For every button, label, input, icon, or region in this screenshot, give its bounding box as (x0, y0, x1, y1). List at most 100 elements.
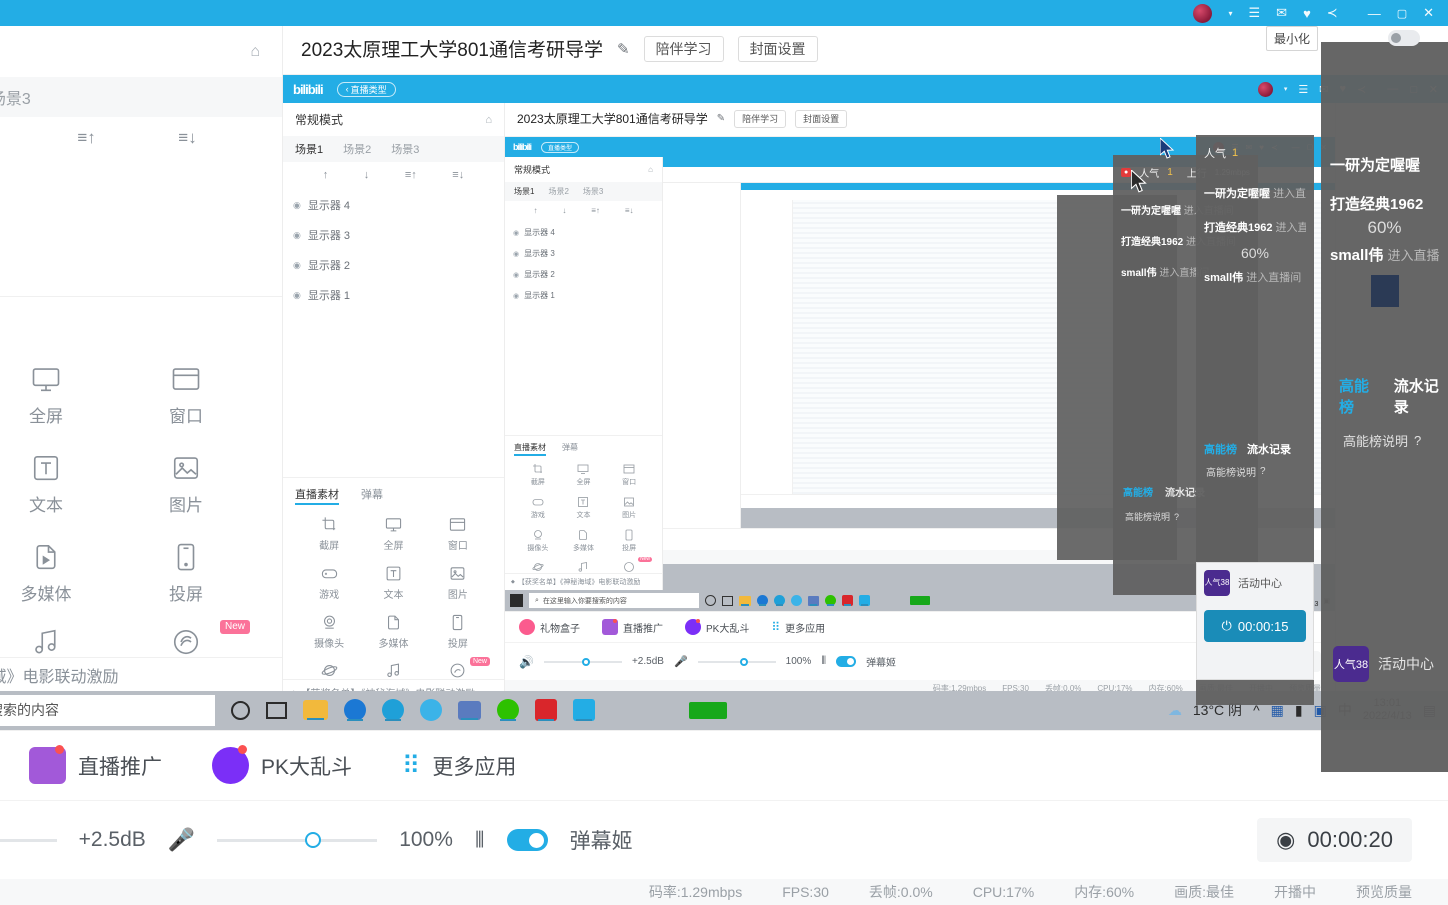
material-item-effects[interactable]: New (426, 657, 490, 679)
question-icon[interactable]: ? (1260, 466, 1266, 477)
question-icon[interactable]: ? (1174, 512, 1179, 522)
material-item-window[interactable]: 窗口 (426, 516, 490, 552)
scene-tabs[interactable]: 场景1 场景2 场景3 (283, 136, 504, 162)
cover-settings-button[interactable]: 封面设置 (737, 35, 818, 62)
move-bottom-icon[interactable]: ≡↓ (178, 128, 196, 148)
chat-user[interactable]: 打造经典1962 (1330, 196, 1423, 213)
move-down-icon[interactable]: ↓ (364, 169, 370, 181)
office-icon[interactable] (757, 595, 768, 606)
material-item-webcam[interactable]: 摄像头 (297, 614, 361, 650)
chat-user[interactable]: 一研为定喔喔 (1204, 188, 1270, 200)
chat-user[interactable]: small伟 (1204, 272, 1243, 284)
layer-item[interactable]: ◉ 显示器 4 (293, 190, 494, 220)
rank-tab-records[interactable]: 流水记录 (1247, 441, 1291, 457)
windows-start-icon[interactable] (510, 594, 523, 607)
tab-live-material[interactable]: 直播素材 (514, 442, 546, 456)
chevron-down-icon[interactable]: ▾ (1228, 9, 1232, 18)
tab-live-material[interactable]: 直播素材 (295, 486, 339, 505)
cortana-icon[interactable] (705, 595, 716, 606)
scene-tab-2[interactable]: 场景2 (343, 141, 371, 157)
material-item-planet[interactable] (515, 561, 561, 573)
unlock-icon[interactable]: ⌂ (250, 43, 260, 61)
companion-study-button[interactable]: 陪伴学习 (734, 109, 787, 128)
scene-tab-3[interactable]: 场景3 (391, 141, 419, 157)
material-item-music[interactable] (0, 627, 116, 657)
app-pk[interactable]: PK大乱斗 (212, 745, 352, 784)
move-bottom-icon[interactable]: ≡↓ (452, 169, 464, 181)
rank-row[interactable]: 高能榜 流水记录 (1204, 441, 1291, 457)
slider-knob[interactable] (739, 657, 748, 666)
live-timer-button[interactable]: ⏻ 00:00:15 (1204, 610, 1306, 642)
rank-tab-high-energy[interactable]: 高能榜 (1339, 375, 1380, 417)
layer-item[interactable]: ◉ 显示器 3 (513, 243, 654, 264)
chat-user[interactable]: small伟 (1330, 247, 1383, 264)
material-item-text[interactable]: 文本 (361, 565, 425, 601)
companion-study-button[interactable]: 陪伴学习 (643, 35, 724, 62)
activity-center-row[interactable]: 人气38 活动中心 (1204, 570, 1306, 596)
stop-record-icon[interactable]: ◉ (1276, 827, 1295, 853)
edge-icon[interactable] (382, 699, 404, 722)
title-bar[interactable]: bilibili ‹直播类型 ▾ ☰ ✉ ♥ ≺ — ▢ ✕ (0, 0, 1448, 26)
material-item-fullscreen[interactable]: 全屏 (561, 463, 607, 487)
layer-order-toolbar[interactable]: ↑ ↓ ≡↑ ≡↓ (505, 201, 662, 220)
move-top-icon[interactable]: ≡↑ (405, 169, 417, 181)
mode-row[interactable]: 常规模式 ⌂ (0, 26, 282, 77)
record-timer[interactable]: ◉ 00:00:20 (1257, 818, 1412, 862)
unlock-icon[interactable]: ⌂ (485, 114, 492, 126)
slider-knob[interactable] (305, 832, 322, 848)
rank-tab-high-energy[interactable]: 高能榜 (1204, 441, 1237, 457)
office-icon[interactable] (344, 699, 366, 722)
cover-settings-button[interactable]: 封面设置 (795, 109, 848, 128)
material-item-image[interactable]: 图片 (116, 453, 256, 516)
material-item-window[interactable]: 窗口 (116, 364, 256, 427)
chevron-down-icon[interactable]: ▾ (1284, 85, 1288, 93)
wps-icon[interactable] (842, 595, 853, 606)
mute-toggle-top[interactable] (1388, 30, 1420, 46)
eye-icon[interactable]: ◉ (513, 271, 519, 279)
material-item-text[interactable]: 文本 (0, 453, 116, 516)
wechat-icon[interactable] (497, 699, 519, 722)
layer-item[interactable]: ◉ 显示器 2 (293, 250, 494, 280)
rank-help-row[interactable]: 高能榜说明 ? (1343, 431, 1421, 450)
search-input[interactable]: ⌕ 在这里输入你要搜索的内容 (529, 593, 699, 608)
eye-icon[interactable]: ◉ (513, 292, 519, 300)
tab-danmaku[interactable]: 弹幕 (562, 442, 578, 453)
scene-tab-2[interactable]: 场景2 (548, 186, 568, 197)
taskview-icon[interactable] (266, 701, 287, 719)
scene-tab-1[interactable]: 场景1 (514, 186, 534, 197)
gift-icon[interactable]: ♥ (1303, 6, 1311, 21)
speaker-icon[interactable]: 🔊 (519, 655, 534, 669)
scene-tabs[interactable]: 场景1 场景2 场景3 (0, 77, 282, 117)
rank-help-label[interactable]: 高能榜说明 (1206, 464, 1256, 479)
avatar[interactable] (1257, 81, 1273, 97)
bililive-icon[interactable] (859, 595, 870, 606)
material-item-game[interactable]: 游戏 (297, 565, 361, 601)
material-item-effects[interactable]: New (606, 557, 652, 573)
cortana-icon[interactable] (231, 700, 250, 720)
material-item-cast[interactable]: 投屏 (116, 542, 256, 605)
mode-row[interactable]: 常规模式 ⌂ (505, 157, 662, 182)
chat-user[interactable]: small伟 (1121, 268, 1157, 279)
move-up-icon[interactable]: ↑ (323, 169, 329, 181)
maximize-button[interactable]: ▢ (1397, 7, 1407, 20)
mic-slider[interactable] (217, 830, 378, 850)
material-item-cast[interactable]: 投屏 (426, 614, 490, 650)
mixer-icon[interactable]: ⦀ (475, 827, 485, 853)
activity-center-row[interactable]: 人气38 活动中心 (1333, 646, 1434, 682)
app-promotion[interactable]: 直播推广 (602, 619, 663, 635)
danmaku-toggle[interactable] (506, 829, 548, 851)
material-tabs[interactable]: 直播素材 弹幕 (505, 435, 662, 457)
activity-center-label[interactable]: 活动中心 (1378, 654, 1434, 674)
rank-tab-records[interactable]: 流水记录 (1394, 375, 1448, 417)
marquee-notice[interactable]: ◆ 【获奖名单】《神秘海域》电影联动激励 (283, 679, 504, 691)
menu-icon[interactable]: ☰ (1249, 5, 1261, 21)
title-bar[interactable]: bilibili ‹直播类型 ▾ ☰ ✉ ♥ ≺ — ▢ (283, 75, 1448, 103)
material-tabs[interactable]: 直播素材 弹幕 (283, 477, 504, 508)
rank-row[interactable]: 高能榜 流水记录 (1123, 484, 1205, 499)
status-quality-menu[interactable]: 预览质量 (1356, 882, 1412, 902)
mail-icon[interactable]: ✉ (1276, 5, 1287, 21)
title-bar-actions[interactable]: ▾ ☰ ✉ ♥ ≺ — ▢ ✕ (1193, 3, 1434, 23)
material-item-fullscreen[interactable]: 全屏 (0, 364, 116, 427)
mode-row[interactable]: 常规模式 ⌂ (283, 103, 504, 136)
material-item-music[interactable] (561, 561, 607, 573)
